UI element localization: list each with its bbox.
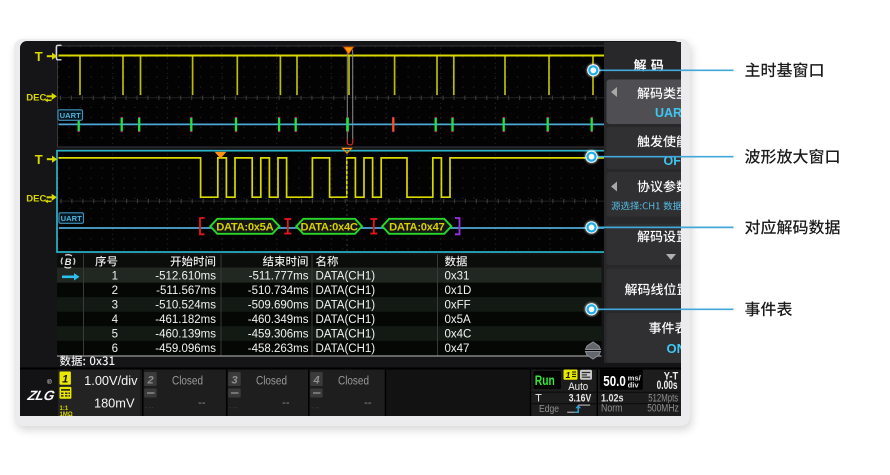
svg-text:DATA(CH1): DATA(CH1) <box>316 343 376 355</box>
svg-text:UART: UART <box>61 214 82 223</box>
svg-text:3: 3 <box>231 374 237 386</box>
svg-text:-511.777ms: -511.777ms <box>249 270 309 282</box>
svg-text:-511.567ms: -511.567ms <box>156 284 216 296</box>
svg-text:T: T <box>35 151 43 166</box>
svg-text:· ··: · ·· <box>229 404 237 411</box>
svg-text:DATA(CH1): DATA(CH1) <box>316 299 376 311</box>
svg-text:-459.306ms: -459.306ms <box>248 328 309 340</box>
svg-text:-512.610ms: -512.610ms <box>155 270 216 282</box>
svg-text:180mV: 180mV <box>94 395 135 410</box>
svg-text:DATA:0x5A: DATA:0x5A <box>216 221 273 233</box>
svg-text:--: -- <box>198 397 206 409</box>
svg-text:T: T <box>35 48 43 63</box>
svg-text:ZLG: ZLG <box>25 388 56 403</box>
svg-text:1: 1 <box>112 270 118 282</box>
svg-text:--: -- <box>364 397 372 409</box>
svg-text:OFF: OFF <box>664 153 682 167</box>
svg-text:B: B <box>65 256 72 267</box>
svg-text:-458.263ms: -458.263ms <box>248 343 309 355</box>
svg-text:-460.349ms: -460.349ms <box>248 314 309 326</box>
svg-text:0x5A: 0x5A <box>445 314 472 326</box>
svg-text:50.0: 50.0 <box>603 374 626 390</box>
svg-text:Closed: Closed <box>338 375 369 387</box>
svg-text:-461.182ms: -461.182ms <box>155 314 216 326</box>
svg-text:-459.096ms: -459.096ms <box>155 343 216 355</box>
svg-text:UART: UART <box>60 111 81 120</box>
svg-text:500MHz: 500MHz <box>647 402 679 414</box>
svg-text:1.00V/div: 1.00V/div <box>84 372 138 387</box>
svg-text:0x1D: 0x1D <box>445 284 472 296</box>
svg-text:· ··: · ·· <box>145 404 153 411</box>
svg-text:2: 2 <box>146 374 153 386</box>
svg-text:0x47: 0x47 <box>445 343 470 355</box>
svg-text:--: -- <box>282 397 290 409</box>
svg-text:2: 2 <box>112 284 118 296</box>
svg-text:4: 4 <box>112 314 119 326</box>
svg-text:0xFF: 0xFF <box>445 299 471 311</box>
svg-text:DATA(CH1): DATA(CH1) <box>316 284 376 296</box>
svg-text:DATA(CH1): DATA(CH1) <box>316 328 376 340</box>
svg-text:®: ® <box>47 378 52 386</box>
svg-text:1: 1 <box>62 373 68 385</box>
svg-text:1MΩ: 1MΩ <box>60 411 73 415</box>
svg-text:-510.734ms: -510.734ms <box>248 284 309 296</box>
svg-text:DATA:0x47: DATA:0x47 <box>389 221 444 233</box>
svg-text:DEC: DEC <box>26 193 46 204</box>
svg-text:Run: Run <box>535 373 555 388</box>
svg-text:5: 5 <box>112 328 118 340</box>
svg-text:4: 4 <box>312 374 319 386</box>
svg-text:UART: UART <box>655 106 681 120</box>
svg-text:-509.690ms: -509.690ms <box>248 299 309 311</box>
svg-text:0.00s: 0.00s <box>657 377 678 391</box>
svg-text:-510.524ms: -510.524ms <box>155 299 216 311</box>
svg-text:-460.139ms: -460.139ms <box>155 328 216 340</box>
svg-text:Closed: Closed <box>256 375 287 387</box>
svg-text:3: 3 <box>112 299 118 311</box>
svg-text:DATA(CH1): DATA(CH1) <box>316 270 376 282</box>
svg-text:Closed: Closed <box>172 375 203 387</box>
svg-text:1: 1 <box>566 370 571 380</box>
svg-text:DATA(CH1): DATA(CH1) <box>316 314 376 326</box>
svg-text:ON: ON <box>667 341 682 356</box>
svg-text:0x31: 0x31 <box>445 270 470 282</box>
svg-text:Edge: Edge <box>539 403 559 415</box>
svg-text:0x4C: 0x4C <box>445 328 472 340</box>
svg-text:DEC: DEC <box>26 92 46 103</box>
svg-text:DATA:0x4C: DATA:0x4C <box>301 221 358 233</box>
svg-text:· ··: · ·· <box>311 404 319 411</box>
svg-text:div: div <box>628 380 640 389</box>
svg-text:3.16V: 3.16V <box>569 392 592 404</box>
svg-text:Norm: Norm <box>601 402 623 414</box>
svg-text:6: 6 <box>112 343 118 355</box>
svg-text:Auto: Auto <box>568 380 588 392</box>
